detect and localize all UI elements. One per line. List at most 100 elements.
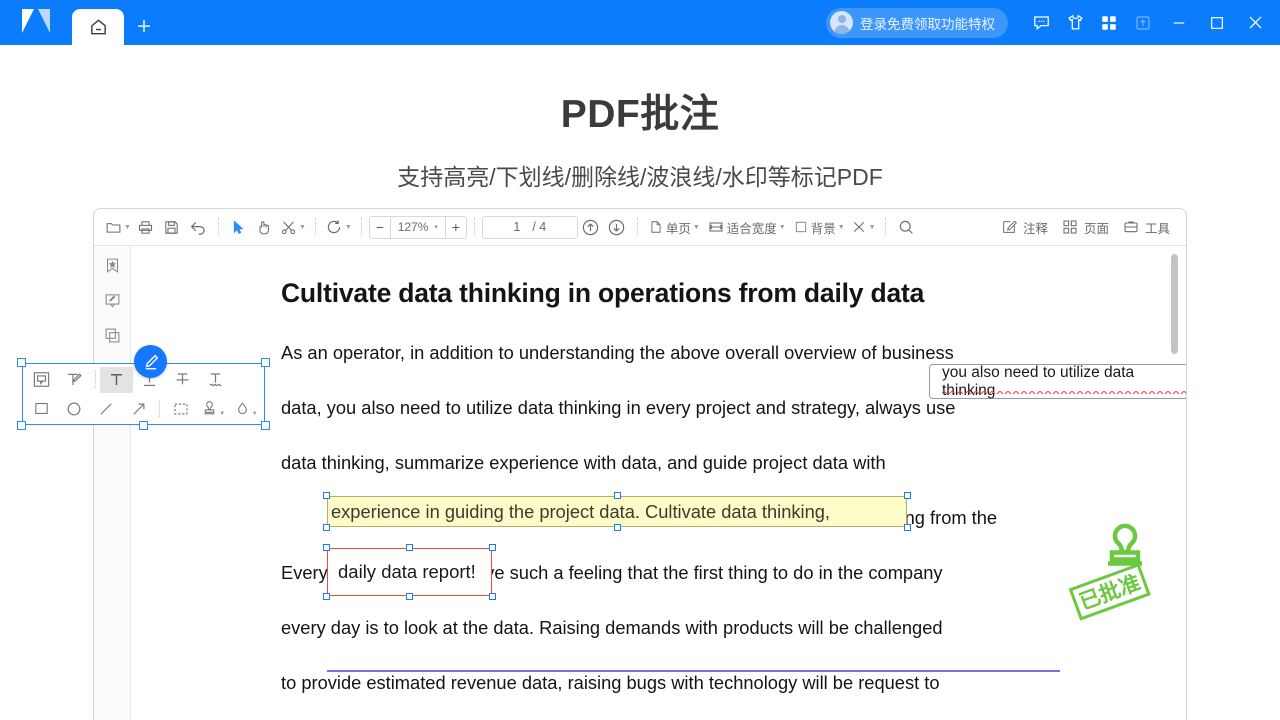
resize-handle[interactable]: [904, 524, 911, 531]
resize-handle[interactable]: [261, 358, 270, 367]
undo-button[interactable]: [185, 214, 211, 240]
highlight-annotation[interactable]: experience in guiding the project data. …: [323, 492, 911, 531]
user-avatar-icon: [830, 11, 853, 34]
resize-handle[interactable]: [406, 593, 413, 600]
search-button[interactable]: [893, 214, 919, 240]
resize-handle[interactable]: [17, 358, 26, 367]
save-button[interactable]: [159, 214, 185, 240]
fit-width-label: 适合宽度: [726, 221, 777, 236]
login-button[interactable]: 登录免费领取功能特权: [826, 7, 1008, 38]
resize-handle[interactable]: [489, 593, 496, 600]
squiggly-tool[interactable]: [199, 367, 232, 393]
background-button[interactable]: 背景 ▼: [790, 218, 849, 237]
export-window-icon[interactable]: [1126, 0, 1160, 45]
resize-handle[interactable]: [614, 492, 621, 499]
resize-handle[interactable]: [17, 421, 26, 430]
typewriter-tool[interactable]: [58, 367, 91, 393]
feedback-icon[interactable]: [1024, 0, 1058, 45]
pdf-page-view[interactable]: Cultivate data thinking in operations fr…: [131, 246, 1186, 720]
rectangle-tool[interactable]: [25, 396, 58, 422]
page-layout-button[interactable]: 单页 ▼: [645, 218, 704, 237]
open-file-button[interactable]: ▼: [103, 214, 133, 240]
sidebar-annotations-icon[interactable]: [101, 289, 123, 311]
resize-handle[interactable]: [261, 421, 270, 430]
resize-handle[interactable]: [323, 492, 330, 499]
select-tool-button[interactable]: [226, 214, 252, 240]
text-note-annotation[interactable]: you also need to utilize data thinking: [929, 364, 1186, 399]
new-tab-button[interactable]: +: [124, 9, 164, 45]
text-box-annotation[interactable]: daily data report!: [323, 544, 496, 600]
document-paragraph: data, you also need to utilize data thin…: [281, 397, 956, 418]
resize-handle[interactable]: [323, 524, 330, 531]
resize-handle[interactable]: [904, 492, 911, 499]
previous-page-button[interactable]: [578, 214, 604, 240]
next-page-button[interactable]: [604, 214, 630, 240]
chevron-down-icon: ▼: [344, 223, 352, 231]
stamp-tool[interactable]: ▼: [197, 396, 230, 422]
minimize-icon[interactable]: [1160, 0, 1198, 45]
current-page-value: 1: [513, 220, 521, 234]
vertical-scrollbar[interactable]: [1171, 254, 1178, 720]
tshirt-theme-icon[interactable]: [1058, 0, 1092, 45]
highlight-text: experience in guiding the project data. …: [327, 496, 907, 527]
snapshot-crop-button[interactable]: ▼: [278, 214, 308, 240]
zoom-in-button[interactable]: +: [446, 217, 466, 238]
maximize-icon[interactable]: [1198, 0, 1236, 45]
resize-handle[interactable]: [489, 544, 496, 551]
print-button[interactable]: [133, 214, 159, 240]
arrow-tool[interactable]: [123, 396, 156, 422]
toolbar-divider: [360, 218, 362, 236]
sidebar-thumbnails-icon[interactable]: [101, 324, 123, 346]
approved-stamp-annotation[interactable]: 已批准: [1056, 521, 1156, 626]
text-note-content: you also need to utilize data thinking: [942, 363, 1135, 399]
sticky-note-tool[interactable]: [25, 367, 58, 393]
zoom-level[interactable]: 127% ▾: [389, 216, 446, 238]
chevron-down-icon: ▼: [837, 223, 845, 231]
home-icon: [90, 19, 106, 35]
chevron-down-icon: ▼: [692, 223, 700, 231]
tab-annotate[interactable]: 注释: [996, 218, 1053, 237]
scrollbar-thumb[interactable]: [1171, 254, 1178, 354]
page-layout-label: 单页: [665, 221, 691, 236]
resize-handle[interactable]: [614, 524, 621, 531]
toolbar-divider: [473, 218, 475, 236]
annotation-palette: ▼ ▼: [17, 345, 270, 430]
tab-tools[interactable]: 工具: [1118, 218, 1175, 237]
resize-handle[interactable]: [139, 421, 148, 430]
highlight-tool[interactable]: [100, 366, 133, 393]
page-subtitle: 支持高亮/下划线/删除线/波浪线/水印等标记PDF: [397, 164, 883, 190]
pdf-body: ◀ Cultivate data thinking in operations …: [94, 246, 1186, 720]
page-total-label: / 4: [532, 220, 547, 234]
underline-annotation[interactable]: [327, 670, 1060, 673]
hand-tool-button[interactable]: [252, 214, 278, 240]
line-tool[interactable]: [90, 396, 123, 422]
resize-handle[interactable]: [323, 544, 330, 551]
pen-edit-badge[interactable]: [134, 345, 167, 378]
resize-handle[interactable]: [323, 593, 330, 600]
close-icon[interactable]: [1236, 0, 1274, 45]
home-tab[interactable]: [72, 9, 124, 45]
login-label: 登录免费领取功能特权: [860, 16, 995, 32]
watermark-tool[interactable]: ▼: [229, 396, 262, 422]
zoom-level-value: 127%: [397, 220, 429, 234]
rotate-button[interactable]: ▼: [323, 214, 354, 240]
strikethrough-tool[interactable]: [166, 367, 199, 393]
chevron-down-icon: ▼: [868, 223, 876, 231]
fit-width-button[interactable]: 适合宽度 ▼: [704, 218, 790, 237]
resize-handle[interactable]: [406, 544, 413, 551]
titlebar-spacer: [164, 9, 826, 45]
chevron-down-icon: ▼: [219, 410, 226, 417]
close-x-button[interactable]: ▼: [849, 214, 878, 240]
tab-pages[interactable]: 页面: [1057, 218, 1114, 237]
sidebar-bookmarks-icon[interactable]: [101, 254, 123, 276]
book-logo-icon: [22, 8, 50, 33]
chevron-down-icon: ▼: [251, 410, 258, 417]
chevron-down-icon: ▼: [298, 223, 306, 231]
app-logo: [0, 0, 72, 45]
ellipse-tool[interactable]: [58, 396, 91, 422]
page-number-input[interactable]: 1 / 4: [481, 215, 578, 239]
toolbar-right-tabs: 注释 页面 工具: [996, 218, 1177, 237]
area-select-tool[interactable]: [164, 396, 197, 422]
zoom-out-button[interactable]: −: [370, 217, 390, 238]
apps-grid-icon[interactable]: [1092, 0, 1126, 45]
